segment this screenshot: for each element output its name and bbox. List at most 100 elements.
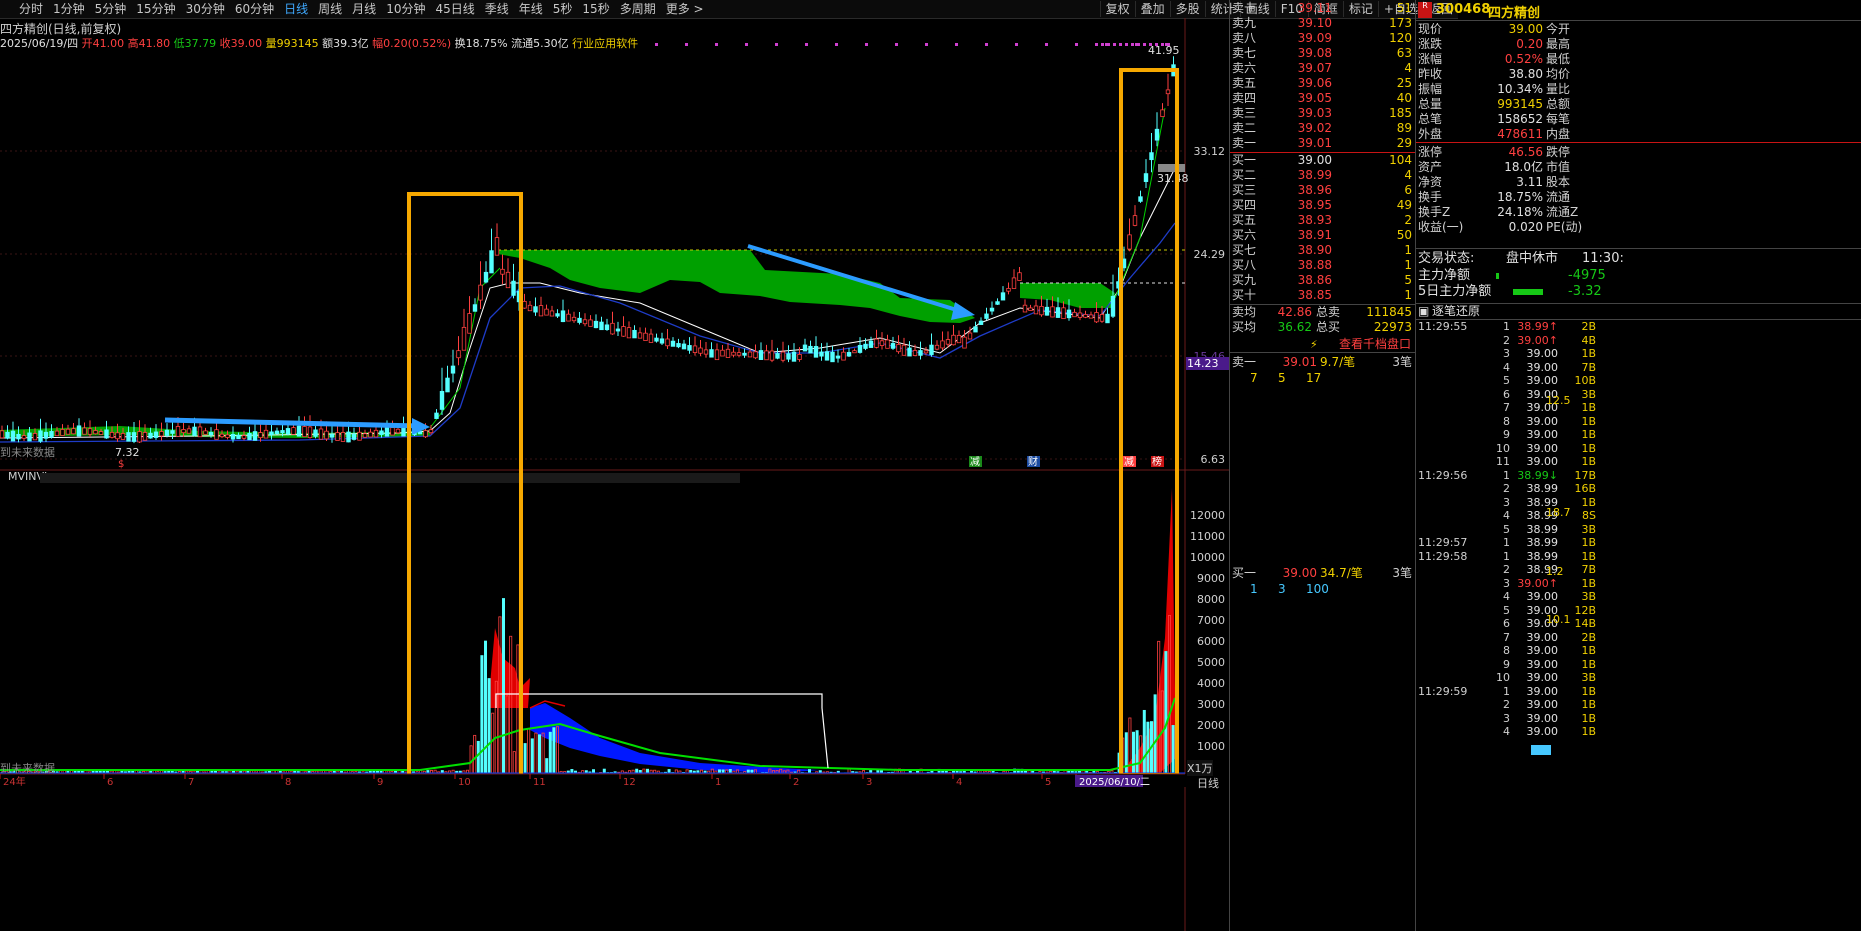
tab-1[interactable]: 1分钟 xyxy=(48,1,90,17)
sell-level-1[interactable]: 卖一 39.01 29 xyxy=(1232,136,1414,151)
buy-level-5[interactable]: 买五 38.93 2 xyxy=(1232,213,1414,228)
stock-name[interactable]: 四方精创 xyxy=(1488,2,1540,21)
level-price: 38.90 xyxy=(1297,243,1332,257)
tab-4[interactable]: 30分钟 xyxy=(181,1,230,17)
candle xyxy=(868,336,874,348)
sell-level-5[interactable]: 卖五 39.06 25 xyxy=(1232,76,1414,91)
tool-button-1[interactable]: 叠加 xyxy=(1134,1,1170,17)
tab-10[interactable]: 45日线 xyxy=(430,1,479,17)
level-price: 38.88 xyxy=(1297,258,1332,272)
volume-bar xyxy=(534,732,538,775)
candle xyxy=(1149,133,1154,173)
tick-time: 11:29:55 xyxy=(1418,320,1468,333)
queue-order: 17 xyxy=(1306,371,1322,385)
candle xyxy=(709,342,714,358)
tick-volume: 14B xyxy=(1574,617,1596,630)
tab-3[interactable]: 15分钟 xyxy=(131,1,180,17)
sell-level-9[interactable]: 卖九 39.10 173 xyxy=(1232,16,1414,31)
tab-2[interactable]: 5分钟 xyxy=(90,1,132,17)
level-volume: 185 xyxy=(1389,106,1412,120)
tick-volume: 1B xyxy=(1581,414,1596,428)
tab-0[interactable]: 分时 xyxy=(14,1,48,17)
level-name: 买九 xyxy=(1232,273,1257,287)
tab-14[interactable]: 15秒 xyxy=(577,1,614,17)
tab-9[interactable]: 10分钟 xyxy=(381,1,430,17)
tab-13[interactable]: 5秒 xyxy=(548,1,578,17)
buy-level-10[interactable]: 买十 38.85 1 xyxy=(1232,288,1414,303)
candle xyxy=(643,327,648,341)
quote-label2: 内盘 xyxy=(1546,127,1571,141)
tick-seq: 2 xyxy=(1503,333,1510,347)
tab-16[interactable]: 更多 > xyxy=(661,1,709,17)
sell-level-10[interactable]: 卖十 39.11 51 xyxy=(1232,1,1414,16)
candle xyxy=(0,425,5,439)
tab-5[interactable]: 60分钟 xyxy=(230,1,279,17)
buy-level-2[interactable]: 买二 38.99 4 xyxy=(1232,168,1414,183)
status-time: 11:30: xyxy=(1582,251,1624,266)
buy-level-6[interactable]: 买六 38.91 50 xyxy=(1232,228,1414,243)
tick-row: 11:29:55 1 38.99↑ 2B xyxy=(1416,320,1861,334)
tab-7[interactable]: 周线 xyxy=(313,1,347,17)
candle xyxy=(852,348,857,354)
buy-level-9[interactable]: 买九 38.86 5 xyxy=(1232,273,1414,288)
event-marker[interactable]: 榜 xyxy=(1152,455,1162,468)
kline-chart[interactable]: 41.95 7.32 31.48 减财减榜$ MVINVI 到未来数据 到未来数… xyxy=(0,18,1229,931)
candle xyxy=(43,422,49,443)
sell-level-3[interactable]: 卖三 39.03 185 xyxy=(1232,106,1414,121)
avg-price: 36.62 xyxy=(1277,320,1312,334)
candle xyxy=(962,329,967,349)
buy-level-3[interactable]: 买三 38.96 6 xyxy=(1232,183,1414,198)
tool-button-2[interactable]: 多股 xyxy=(1169,1,1205,17)
sell-level-6[interactable]: 卖六 39.07 4 xyxy=(1232,61,1414,76)
candle xyxy=(901,337,907,356)
sell-level-4[interactable]: 卖四 39.05 40 xyxy=(1232,91,1414,106)
view-depth-button[interactable]: 查看千档盘口 xyxy=(1230,335,1416,353)
candles xyxy=(0,56,1176,444)
quote-row: 资产 18.0亿 市值 xyxy=(1418,160,1858,175)
event-markers: 减 财 减 榜 $ xyxy=(118,455,1164,470)
tab-11[interactable]: 季线 xyxy=(480,1,514,17)
sell-level-8[interactable]: 卖八 39.09 120 xyxy=(1232,31,1414,46)
stock-code[interactable]: 300468 xyxy=(1436,2,1490,17)
scroll-thumb[interactable] xyxy=(1531,745,1551,755)
sell-level-7[interactable]: 卖七 39.08 63 xyxy=(1232,46,1414,61)
queue-order: 100 xyxy=(1306,582,1329,596)
event-marker[interactable]: 减 xyxy=(1124,456,1134,468)
level-volume: 1 xyxy=(1404,288,1412,302)
candle xyxy=(1127,218,1132,252)
buy1-queue[interactable]: 买一 39.00 34.7/笔 3笔 xyxy=(1232,566,1414,581)
tab-12[interactable]: 年线 xyxy=(514,1,548,17)
candle xyxy=(1132,205,1138,227)
signal-dot xyxy=(1155,43,1158,46)
level-name: 买四 xyxy=(1232,198,1257,212)
level-name: 卖四 xyxy=(1232,91,1257,105)
tick-time: 11:29:57 xyxy=(1418,536,1468,549)
tab-6[interactable]: 日线 xyxy=(279,1,313,17)
ticks-title[interactable]: ▣ 逐笔还原 xyxy=(1418,304,1858,319)
tick-volume: 4B xyxy=(1581,333,1596,347)
level-volume: 29 xyxy=(1396,136,1412,150)
candle xyxy=(302,416,307,438)
tab-8[interactable]: 月线 xyxy=(347,1,381,17)
sell-level-2[interactable]: 卖二 39.02 89 xyxy=(1232,121,1414,136)
event-marker[interactable]: 财 xyxy=(1028,455,1038,468)
buy-level-1[interactable]: 买一 39.00 104 xyxy=(1232,153,1414,168)
candle xyxy=(670,337,676,347)
candle xyxy=(632,325,637,339)
buy-level-8[interactable]: 买八 38.88 1 xyxy=(1232,258,1414,273)
sell1-queue[interactable]: 卖一 39.01 9.7/笔 3笔 xyxy=(1232,355,1414,370)
tick-row: 4 38.99 8S xyxy=(1416,509,1861,523)
candle xyxy=(1110,274,1116,319)
event-marker[interactable]: 减 xyxy=(970,456,980,468)
tick-time: 11:29:56 xyxy=(1418,468,1468,482)
level-price: 38.99 xyxy=(1297,168,1332,182)
buy-level-7[interactable]: 买七 38.90 1 xyxy=(1232,243,1414,258)
buy-level-4[interactable]: 买四 38.95 49 xyxy=(1232,198,1414,213)
tab-15[interactable]: 多周期 xyxy=(615,1,661,17)
level-name: 买十 xyxy=(1232,288,1257,302)
candle xyxy=(742,348,747,358)
candle xyxy=(566,309,571,322)
candle xyxy=(329,426,335,443)
level-price: 39.08 xyxy=(1297,46,1332,60)
tool-button-0[interactable]: 复权 xyxy=(1099,1,1135,17)
